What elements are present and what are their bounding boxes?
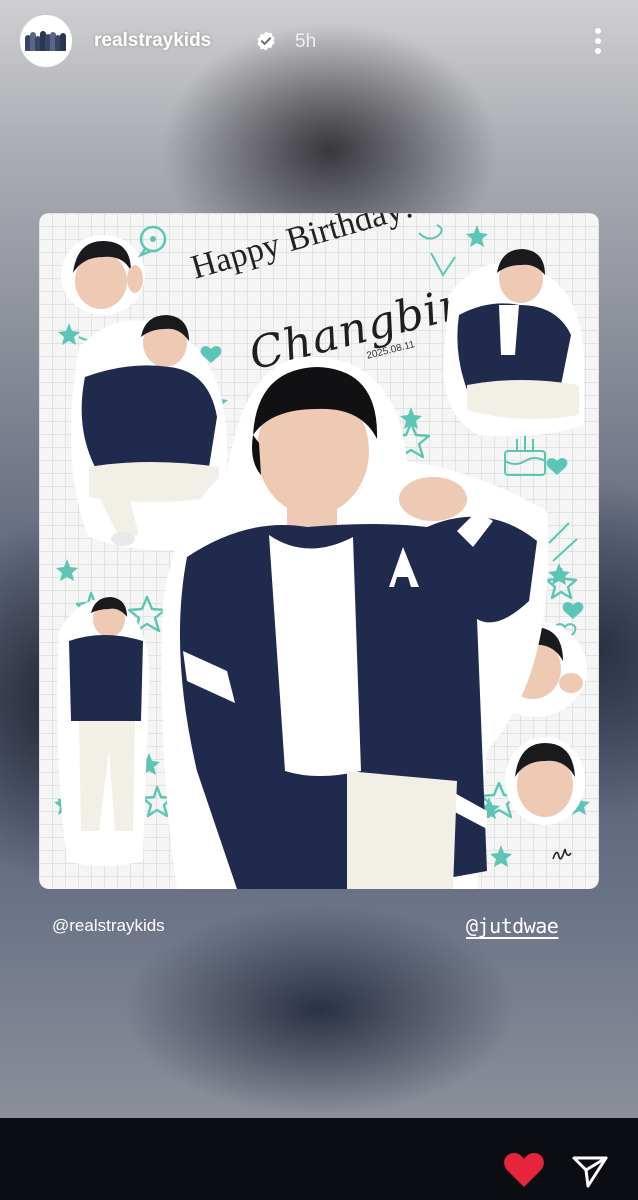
story-username[interactable]: realstraykids xyxy=(94,30,211,52)
more-vertical-icon[interactable] xyxy=(586,24,610,58)
send-icon[interactable] xyxy=(570,1152,610,1190)
group-avatar-icon xyxy=(25,29,67,51)
story-timestamp: 5h xyxy=(295,31,317,52)
pose-sticker-left-standing xyxy=(57,597,150,866)
verified-badge-icon xyxy=(257,31,275,51)
mention-sticker-left[interactable]: @realstraykids xyxy=(52,916,165,936)
story-image-card: Happy Birthday! Changbin 2025.08.11 xyxy=(39,213,599,889)
heart-icon[interactable] xyxy=(503,1151,545,1189)
mention-sticker-right[interactable]: @jutdwae xyxy=(466,914,559,938)
signature-mark xyxy=(552,848,572,860)
story-header: realstraykids 5h xyxy=(0,0,638,84)
avatar[interactable] xyxy=(20,15,72,67)
main-pose-sticker xyxy=(161,356,549,889)
